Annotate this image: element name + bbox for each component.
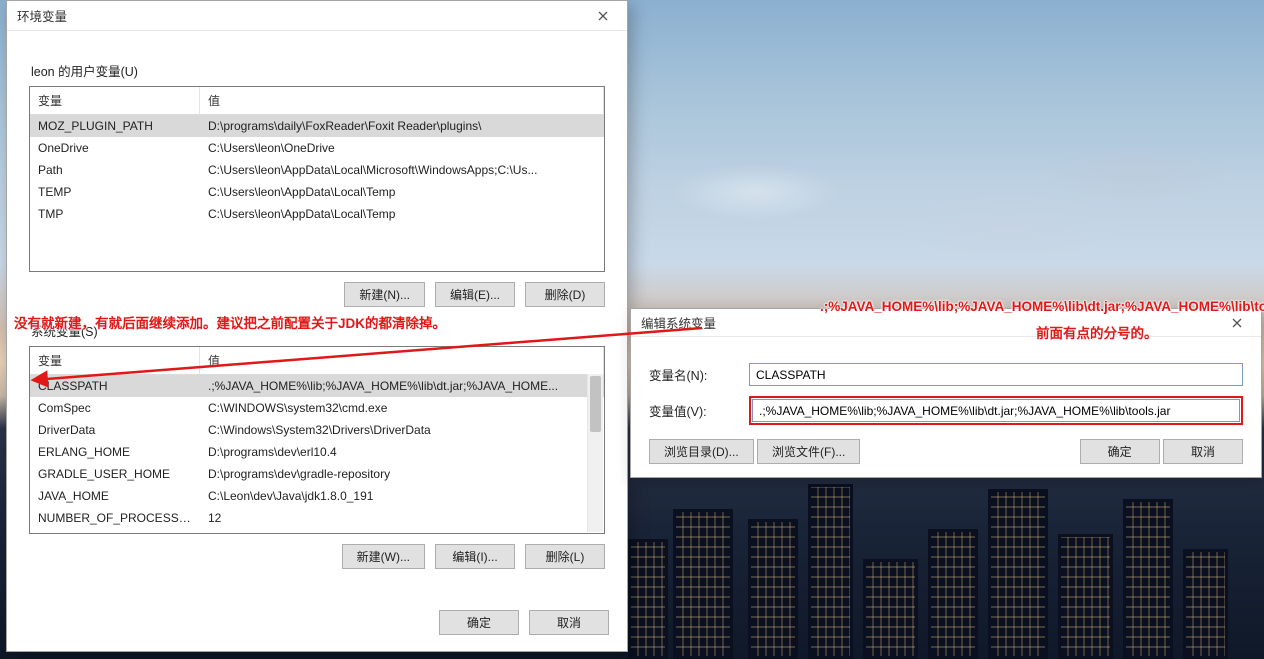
env-titlebar[interactable]: 环境变量 (7, 1, 627, 31)
user-var-name: TEMP (30, 181, 200, 203)
sys-var-name: ERLANG_HOME (30, 441, 200, 463)
user-var-value: C:\Users\leon\AppData\Local\Microsoft\Wi… (200, 159, 604, 181)
edit-ok-button[interactable]: 确定 (1080, 439, 1160, 464)
user-vars-label: leon 的用户变量(U) (31, 61, 605, 80)
var-name-label: 变量名(N): (649, 365, 749, 384)
table-row[interactable]: ERLANG_HOMED:\programs\dev\erl10.4 (30, 441, 604, 463)
user-var-value: D:\programs\daily\FoxReader\Foxit Reader… (200, 115, 604, 137)
sys-vars-list[interactable]: 变量 值 CLASSPATH.;%JAVA_HOME%\lib;%JAVA_HO… (29, 346, 605, 534)
env-title: 环境变量 (17, 6, 581, 25)
browse-file-button[interactable]: 浏览文件(F)... (757, 439, 860, 464)
sys-var-value: .;%JAVA_HOME%\lib;%JAVA_HOME%\lib\dt.jar… (200, 375, 604, 397)
sys-var-value: D:\programs\dev\erl10.4 (200, 441, 604, 463)
sys-var-value: C:\Windows\System32\Drivers\DriverData (200, 419, 604, 441)
table-row[interactable]: TEMPC:\Users\leon\AppData\Local\Temp (30, 181, 604, 203)
scrollbar[interactable] (587, 374, 603, 532)
col-value[interactable]: 值 (200, 87, 604, 114)
table-row[interactable]: CLASSPATH.;%JAVA_HOME%\lib;%JAVA_HOME%\l… (30, 375, 604, 397)
sys-var-name: GRADLE_USER_HOME (30, 463, 200, 485)
browse-dir-button[interactable]: 浏览目录(D)... (649, 439, 754, 464)
user-var-name: MOZ_PLUGIN_PATH (30, 115, 200, 137)
new-sys-var-button[interactable]: 新建(W)... (342, 544, 425, 569)
delete-user-var-button[interactable]: 删除(D) (525, 282, 605, 307)
sys-var-name: JAVA_HOME (30, 485, 200, 507)
user-vars-list[interactable]: 变量 值 MOZ_PLUGIN_PATHD:\programs\daily\Fo… (29, 86, 605, 272)
edit-user-var-button[interactable]: 编辑(E)... (435, 282, 515, 307)
user-var-value: C:\Users\leon\AppData\Local\Temp (200, 203, 604, 225)
sys-var-value: C:\WINDOWS\system32\cmd.exe (200, 397, 604, 419)
user-var-name: TMP (30, 203, 200, 225)
desktop-city-bg (628, 478, 1264, 659)
delete-sys-var-button[interactable]: 删除(L) (525, 544, 605, 569)
col-variable[interactable]: 变量 (30, 87, 200, 114)
edit-cancel-button[interactable]: 取消 (1163, 439, 1243, 464)
table-row[interactable]: MOZ_PLUGIN_PATHD:\programs\daily\FoxRead… (30, 115, 604, 137)
col-value[interactable]: 值 (200, 347, 604, 374)
env-ok-button[interactable]: 确定 (439, 610, 519, 635)
var-value-input[interactable] (752, 399, 1240, 422)
table-row[interactable]: OneDriveC:\Users\leon\OneDrive (30, 137, 604, 159)
sys-var-value: C:\Leon\dev\Java\jdk1.8.0_191 (200, 485, 604, 507)
table-row[interactable]: DriverDataC:\Windows\System32\Drivers\Dr… (30, 419, 604, 441)
value-highlight (749, 396, 1243, 425)
sys-var-name: ComSpec (30, 397, 200, 419)
new-user-var-button[interactable]: 新建(N)... (344, 282, 425, 307)
user-var-value: C:\Users\leon\OneDrive (200, 137, 604, 159)
sys-var-name: CLASSPATH (30, 375, 200, 397)
annotation-instruction: 没有就新建，有就后面继续添加。建议把之前配置关于JDK的都清除掉。 (14, 312, 446, 332)
sys-var-name: NUMBER_OF_PROCESSORS (30, 507, 200, 529)
edit-sys-var-button[interactable]: 编辑(I)... (435, 544, 515, 569)
col-variable[interactable]: 变量 (30, 347, 200, 374)
sys-var-value: D:\programs\dev\gradle-repository (200, 463, 604, 485)
var-value-label: 变量值(V): (649, 401, 749, 420)
table-row[interactable]: ComSpecC:\WINDOWS\system32\cmd.exe (30, 397, 604, 419)
user-var-name: Path (30, 159, 200, 181)
user-var-value: C:\Users\leon\AppData\Local\Temp (200, 181, 604, 203)
sys-var-name: DriverData (30, 419, 200, 441)
table-row[interactable]: GRADLE_USER_HOMED:\programs\dev\gradle-r… (30, 463, 604, 485)
annotation-classpath-value: .;%JAVA_HOME%\lib;%JAVA_HOME%\lib\dt.jar… (820, 299, 1264, 314)
scrollbar-thumb[interactable] (590, 376, 601, 432)
sys-var-value: 12 (200, 507, 604, 529)
close-icon[interactable] (581, 2, 625, 30)
table-row[interactable]: JAVA_HOMEC:\Leon\dev\Java\jdk1.8.0_191 (30, 485, 604, 507)
sys-vars-header: 变量 值 (30, 347, 604, 375)
table-row[interactable]: TMPC:\Users\leon\AppData\Local\Temp (30, 203, 604, 225)
user-vars-header: 变量 值 (30, 87, 604, 115)
edit-system-variable-dialog: 编辑系统变量 变量名(N): 变量值(V): 浏览目录(D)... 浏览文件(F… (630, 308, 1262, 478)
table-row[interactable]: NUMBER_OF_PROCESSORS12 (30, 507, 604, 529)
table-row[interactable]: PathC:\Users\leon\AppData\Local\Microsof… (30, 159, 604, 181)
env-cancel-button[interactable]: 取消 (529, 610, 609, 635)
user-var-name: OneDrive (30, 137, 200, 159)
annotation-semicolon-note: 前面有点的分号的。 (1036, 322, 1158, 342)
var-name-input[interactable] (749, 363, 1243, 386)
